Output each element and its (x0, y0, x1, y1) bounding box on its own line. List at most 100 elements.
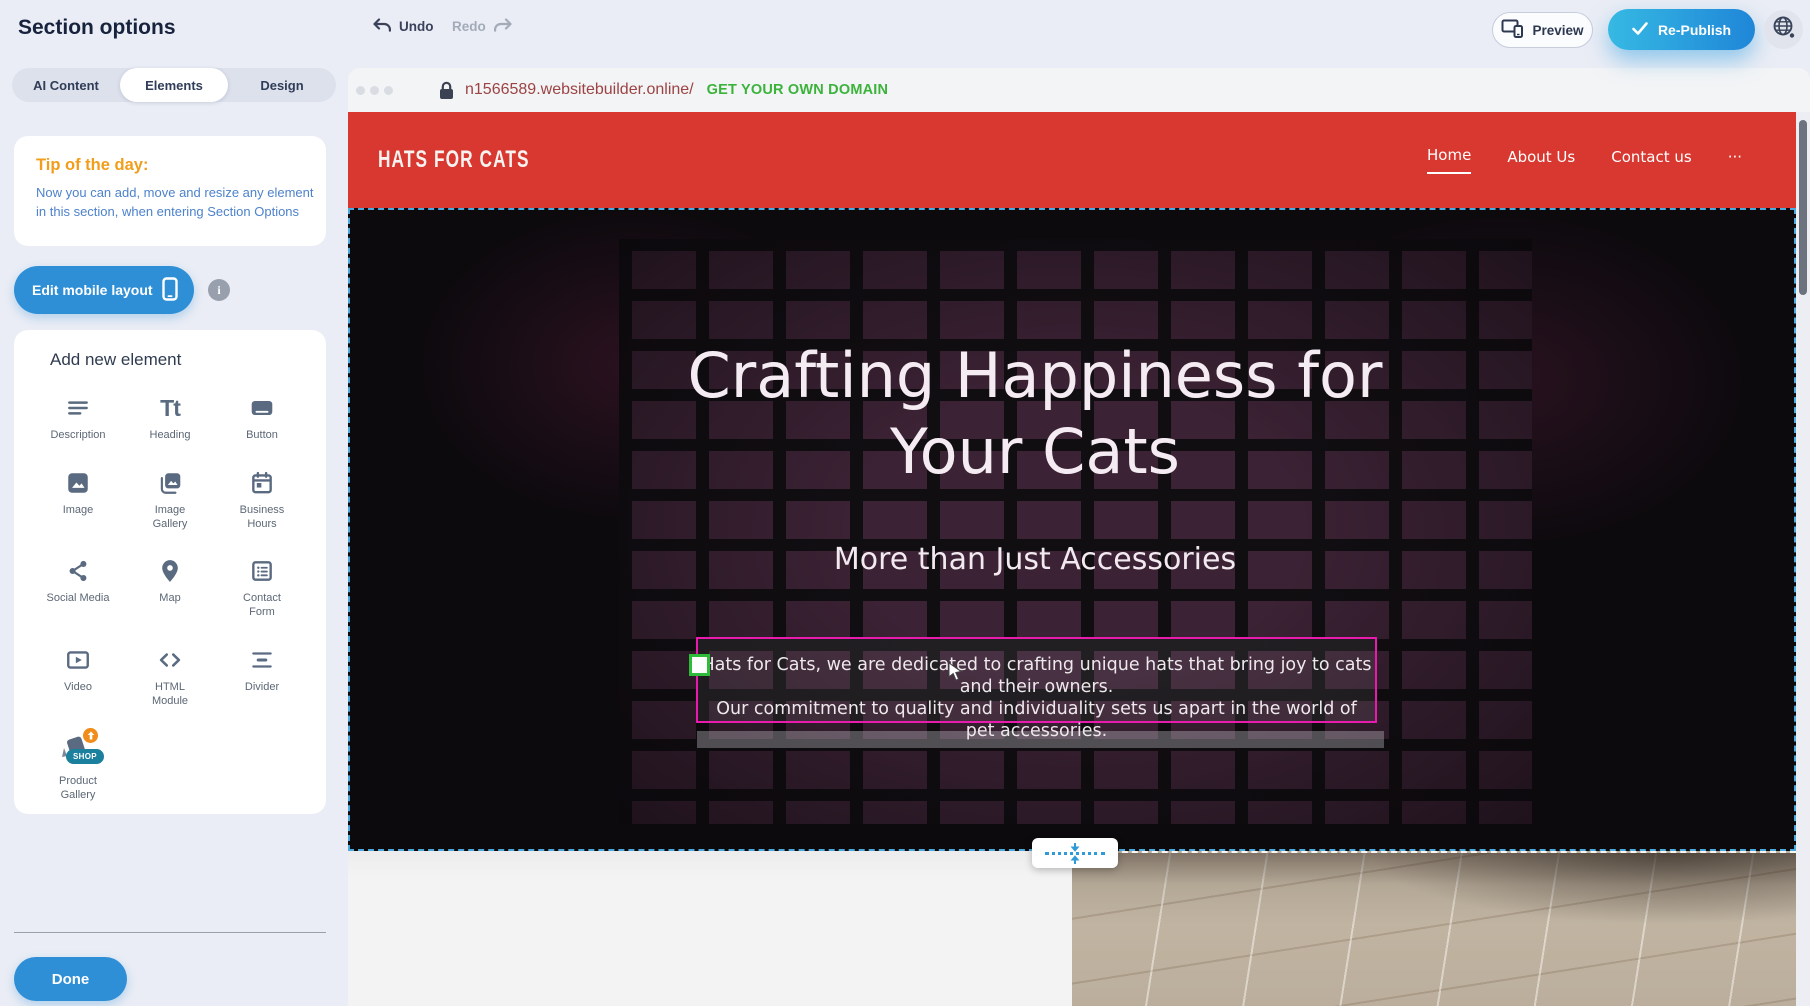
element-label: Description (50, 429, 105, 443)
republish-button[interactable]: Re-Publish (1608, 9, 1755, 50)
shop-badge: SHOP (66, 749, 104, 764)
done-button[interactable]: Done (14, 957, 127, 1001)
element-label: Contact Form (234, 592, 290, 620)
republish-label: Re-Publish (1658, 22, 1731, 38)
resize-handle-left[interactable] (689, 654, 710, 676)
globe-language-button[interactable] (1764, 10, 1803, 49)
element-html-module[interactable]: HTML Module (124, 646, 216, 709)
preview-button[interactable]: Preview (1492, 12, 1593, 48)
tip-title: Tip of the day: (36, 156, 304, 175)
divider-lines-icon (248, 646, 276, 674)
arrow-down-icon (1069, 843, 1081, 852)
code-brackets-icon (156, 646, 184, 674)
element-divider[interactable]: Divider (216, 646, 308, 709)
share-icon (64, 557, 92, 585)
redo-button[interactable]: Redo (452, 18, 513, 35)
selected-text-element[interactable]: Hats for Cats, we are dedicated to craft… (696, 637, 1377, 723)
tip-of-the-day-card: Tip of the day: Now you can add, move an… (14, 136, 326, 246)
add-new-element-card: Add new element Description Tt Heading (14, 330, 326, 814)
heading-text-icon: Tt (156, 394, 184, 422)
element-social-media[interactable]: Social Media (32, 557, 124, 620)
undo-icon (372, 18, 392, 35)
element-label: Business Hours (234, 504, 290, 532)
site-viewport: HATS FOR CATS Home About Us Contact us ·… (348, 112, 1796, 1006)
hero-section-selected[interactable]: Crafting Happiness for Your Cats More th… (348, 208, 1796, 851)
description-lines-icon (64, 394, 92, 422)
element-image[interactable]: Image (32, 469, 124, 532)
undo-button[interactable]: Undo (372, 18, 434, 35)
element-label: Button (246, 429, 278, 443)
element-label: Map (159, 592, 180, 606)
tab-ai-content[interactable]: AI Content (12, 68, 120, 102)
site-url: n1566589.websitebuilder.online/ (465, 81, 694, 99)
check-icon (1632, 22, 1648, 38)
scrollbar-thumb[interactable] (1799, 120, 1807, 295)
next-section-floor-photo[interactable] (1072, 851, 1796, 1006)
panel-title: Section options (18, 16, 176, 40)
element-label: Image (63, 504, 94, 518)
element-description[interactable]: Description (32, 394, 124, 443)
site-header: HATS FOR CATS Home About Us Contact us ·… (348, 112, 1796, 208)
element-label: Social Media (47, 592, 110, 606)
next-section (348, 851, 1796, 1006)
redo-label: Redo (452, 19, 486, 34)
app-stage: Section options AI Content Elements Desi… (0, 0, 1810, 1006)
form-icon (248, 557, 276, 585)
info-icon[interactable]: i (208, 279, 230, 301)
element-label: Product Gallery (50, 775, 106, 803)
edit-mobile-layout-button[interactable]: Edit mobile layout (14, 266, 194, 314)
element-image-gallery[interactable]: Image Gallery (124, 469, 216, 532)
element-heading[interactable]: Tt Heading (124, 394, 216, 443)
video-play-icon (64, 646, 92, 674)
hero-subheading[interactable]: More than Just Accessories (350, 542, 1720, 577)
element-label: HTML Module (142, 681, 198, 709)
get-your-own-domain-link[interactable]: GET YOUR OWN DOMAIN (707, 82, 889, 98)
element-contact-form[interactable]: Contact Form (216, 557, 308, 620)
element-label: Video (64, 681, 92, 695)
map-pin-icon (156, 557, 184, 585)
tip-body: Now you can add, move and resize any ele… (36, 184, 322, 222)
devices-preview-icon (1501, 19, 1524, 41)
section-options-panel: Section options AI Content Elements Desi… (0, 0, 348, 1006)
panel-tabs: AI Content Elements Design (12, 68, 336, 102)
mobile-phone-icon (162, 277, 178, 304)
element-product-gallery[interactable]: SHOP Product Gallery (32, 734, 124, 803)
tab-design[interactable]: Design (228, 68, 336, 102)
site-preview-frame: n1566589.websitebuilder.online/ GET YOUR… (348, 68, 1810, 1006)
next-section-white-area[interactable] (348, 851, 1072, 1006)
redo-icon (493, 18, 513, 35)
hero-body-line: Hats for Cats, we are dedicated to craft… (702, 654, 1372, 698)
preview-label: Preview (1532, 23, 1583, 38)
nav-contact-us[interactable]: Contact us (1611, 148, 1691, 172)
arrow-up-icon (1069, 855, 1081, 864)
image-gallery-icon (156, 469, 184, 497)
element-business-hours[interactable]: Business Hours (216, 469, 308, 532)
element-video[interactable]: Video (32, 646, 124, 709)
add-new-element-title: Add new element (50, 350, 326, 370)
element-label: Image Gallery (142, 504, 198, 532)
hero-heading[interactable]: Crafting Happiness for Your Cats (350, 338, 1720, 490)
browser-address-bar: n1566589.websitebuilder.online/ GET YOUR… (348, 68, 1810, 112)
window-controls (356, 86, 393, 95)
site-nav: Home About Us Contact us ··· (1427, 112, 1742, 208)
image-icon (64, 469, 92, 497)
element-grid: Description Tt Heading Button Ima (14, 370, 326, 803)
hero-body-line: Our commitment to quality and individual… (702, 698, 1372, 742)
lock-icon (439, 81, 454, 100)
tab-elements[interactable]: Elements (120, 68, 228, 102)
undo-label: Undo (399, 19, 434, 34)
button-icon (248, 394, 276, 422)
element-map[interactable]: Map (124, 557, 216, 620)
element-label: Divider (245, 681, 279, 695)
site-logo[interactable]: HATS FOR CATS (378, 146, 530, 174)
nav-about-us[interactable]: About Us (1507, 148, 1575, 172)
nav-more-menu[interactable]: ··· (1728, 148, 1742, 172)
edit-mobile-layout-label: Edit mobile layout (32, 282, 153, 298)
browser-scrollbar (1796, 112, 1810, 1006)
nav-home[interactable]: Home (1427, 146, 1471, 174)
section-height-drag-handle[interactable] (1032, 838, 1118, 868)
globe-icon (1772, 15, 1796, 44)
element-button[interactable]: Button (216, 394, 308, 443)
calendar-icon (248, 469, 276, 497)
panel-divider (14, 932, 326, 933)
